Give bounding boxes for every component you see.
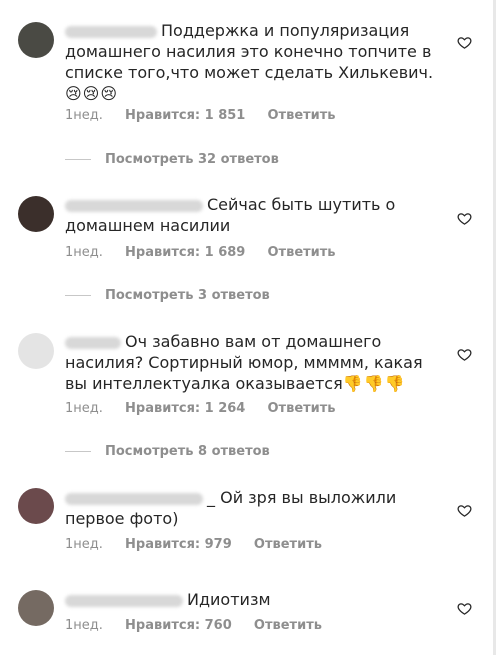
username-blurred[interactable] — [65, 336, 121, 349]
avatar[interactable] — [18, 488, 54, 524]
divider-line — [65, 159, 91, 160]
reply-button[interactable]: Ответить — [268, 401, 336, 416]
likes-count[interactable]: Нравится: 979 — [125, 537, 232, 552]
timestamp: 1нед. — [65, 245, 103, 260]
scrollbar[interactable] — [493, 0, 496, 655]
comment-meta: 1нед. Нравится: 1 689 Ответить — [65, 245, 354, 260]
divider-line — [65, 451, 91, 452]
likes-count[interactable]: Нравится: 1 689 — [125, 245, 245, 260]
view-replies-label: Посмотреть 3 ответов — [105, 288, 270, 303]
view-replies-button[interactable]: Посмотреть 8 ответов — [65, 444, 270, 459]
timestamp: 1нед. — [65, 537, 103, 552]
comment-text: Сейчас быть шутить о домашнем насилии — [65, 194, 445, 236]
reply-button[interactable]: Ответить — [268, 108, 336, 123]
username-blurred[interactable] — [65, 25, 157, 38]
view-replies-label: Посмотреть 32 ответов — [105, 152, 279, 167]
username-blurred[interactable] — [65, 492, 203, 505]
username-blurred[interactable] — [65, 199, 203, 212]
comment-text: Идиотизм — [65, 589, 445, 610]
comment-meta: 1нед. Нравится: 760 Ответить — [65, 618, 340, 633]
comment-meta: 1нед. Нравится: 1 851 Ответить — [65, 108, 354, 123]
reply-button[interactable]: Ответить — [254, 537, 322, 552]
likes-count[interactable]: Нравится: 1 851 — [125, 108, 245, 123]
emoji: 😢😢😢 — [65, 84, 119, 103]
comment-text: Поддержка и популяризация домашнего наси… — [65, 20, 445, 104]
comment-text: _ Ой зря вы выложили первое фото) — [65, 487, 445, 529]
username-suffix: _ — [207, 488, 215, 507]
likes-count[interactable]: Нравится: 760 — [125, 618, 232, 633]
view-replies-button[interactable]: Посмотреть 3 ответов — [65, 288, 270, 303]
avatar[interactable] — [18, 333, 54, 369]
reply-button[interactable]: Ответить — [268, 245, 336, 260]
heart-icon[interactable] — [457, 347, 472, 362]
heart-icon[interactable] — [457, 503, 472, 518]
username-blurred[interactable] — [65, 594, 183, 607]
divider-line — [65, 295, 91, 296]
timestamp: 1нед. — [65, 401, 103, 416]
likes-count[interactable]: Нравится: 1 264 — [125, 401, 245, 416]
avatar[interactable] — [18, 590, 54, 626]
avatar[interactable] — [18, 196, 54, 232]
comment-meta: 1нед. Нравится: 979 Ответить — [65, 537, 340, 552]
timestamp: 1нед. — [65, 108, 103, 123]
comment-meta: 1нед. Нравится: 1 264 Ответить — [65, 401, 354, 416]
comment-text: Оч забавно вам от домашнего насилия? Сор… — [65, 331, 445, 394]
view-replies-button[interactable]: Посмотреть 32 ответов — [65, 152, 279, 167]
avatar[interactable] — [18, 22, 54, 58]
comment-body: Идиотизм — [187, 590, 271, 609]
heart-icon[interactable] — [457, 211, 472, 226]
view-replies-label: Посмотреть 8 ответов — [105, 444, 270, 459]
heart-icon[interactable] — [457, 35, 472, 50]
emoji: 👎👎👎 — [342, 374, 406, 393]
heart-icon[interactable] — [457, 601, 472, 616]
timestamp: 1нед. — [65, 618, 103, 633]
reply-button[interactable]: Ответить — [254, 618, 322, 633]
